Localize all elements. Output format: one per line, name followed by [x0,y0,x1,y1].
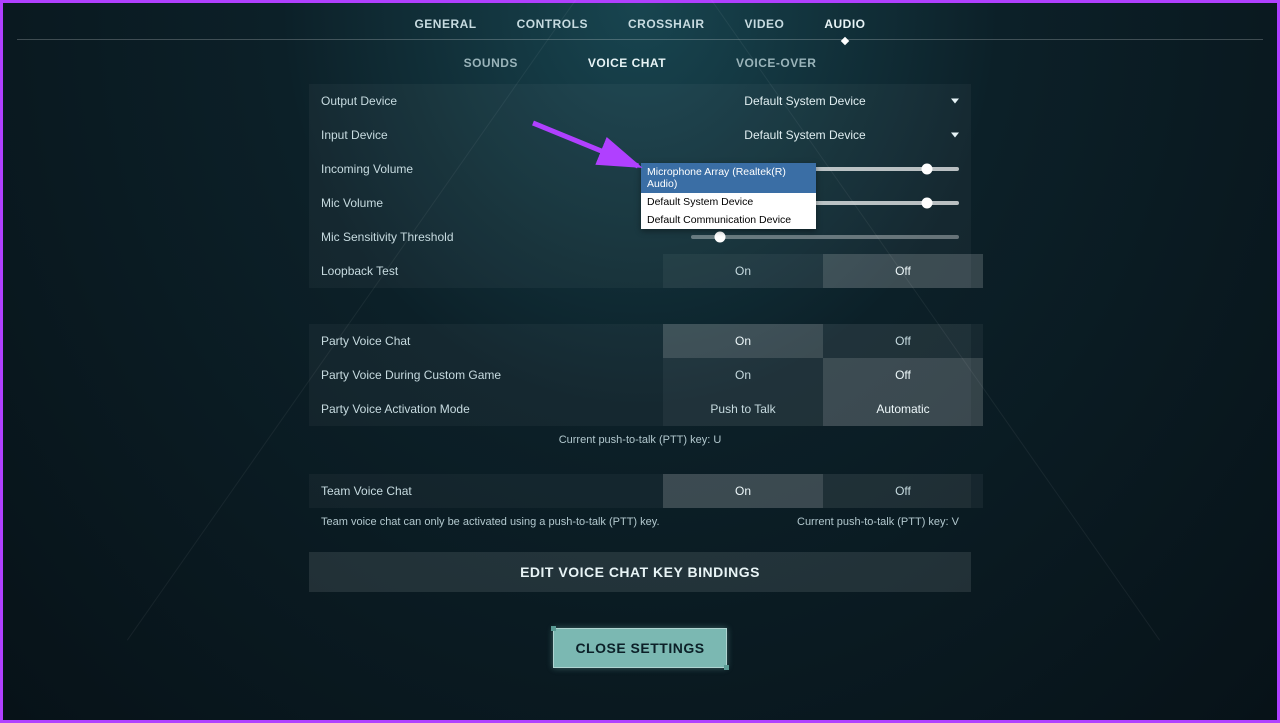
party-mode-ptt[interactable]: Push to Talk [663,392,823,426]
sub-tab-bar: SOUNDS VOICE CHAT VOICE-OVER [3,40,1277,84]
row-loopback: Loopback Test On Off [309,254,971,288]
tab-controls[interactable]: CONTROLS [517,15,588,33]
slider-thumb[interactable] [921,198,932,209]
tab-audio[interactable]: AUDIO [824,15,865,33]
subtab-voice-over[interactable]: VOICE-OVER [736,56,816,70]
party-vc-off[interactable]: Off [823,324,983,358]
label-output-device: Output Device [321,94,651,108]
hint-party-ptt: Current push-to-talk (PTT) key: U [309,426,971,454]
label-mic-volume: Mic Volume [321,196,651,210]
slider-thumb[interactable] [715,232,726,243]
hint-team-ptt: Current push-to-talk (PTT) key: V [797,516,959,528]
input-device-dropdown[interactable]: Microphone Array (Realtek(R) Audio) Defa… [641,163,816,229]
label-loopback: Loopback Test [321,264,663,278]
tab-general[interactable]: GENERAL [414,15,476,33]
label-party-mode: Party Voice Activation Mode [321,402,663,416]
tab-crosshair[interactable]: CROSSHAIR [628,15,705,33]
row-party-custom: Party Voice During Custom Game On Off [309,358,971,392]
slider-mic-sensitivity[interactable] [691,235,959,239]
loopback-on[interactable]: On [663,254,823,288]
party-custom-on[interactable]: On [663,358,823,392]
label-team-vc: Team Voice Chat [321,484,663,498]
label-mic-sensitivity: Mic Sensitivity Threshold [321,230,651,244]
settings-panel: Output Device Default System Device Inpu… [309,84,971,426]
subtab-voice-chat[interactable]: VOICE CHAT [588,56,666,70]
label-input-device: Input Device [321,128,651,142]
value-input-device: Default System Device [651,128,959,142]
party-custom-off[interactable]: Off [823,358,983,392]
row-team-vc: Team Voice Chat On Off [309,474,971,508]
dropdown-option[interactable]: Default System Device [641,193,816,211]
slider-thumb[interactable] [921,164,932,175]
chevron-down-icon [951,99,959,104]
label-incoming-volume: Incoming Volume [321,162,651,176]
close-settings-button[interactable]: CLOSE SETTINGS [553,628,727,668]
row-input-device[interactable]: Input Device Default System Device [309,118,971,152]
label-party-vc: Party Voice Chat [321,334,663,348]
row-party-mode: Party Voice Activation Mode Push to Talk… [309,392,971,426]
row-incoming-volume: Incoming Volume [309,152,971,186]
row-mic-volume: Mic Volume [309,186,971,220]
chevron-down-icon [951,133,959,138]
value-output-device: Default System Device [651,94,959,108]
hint-team-note: Team voice chat can only be activated us… [321,516,660,528]
tab-video[interactable]: VIDEO [745,15,785,33]
edit-bindings-button[interactable]: EDIT VOICE CHAT KEY BINDINGS [309,552,971,592]
row-party-vc: Party Voice Chat On Off [309,324,971,358]
dropdown-option[interactable]: Default Communication Device [641,211,816,229]
team-vc-on[interactable]: On [663,474,823,508]
loopback-off[interactable]: Off [823,254,983,288]
team-vc-off[interactable]: Off [823,474,983,508]
row-output-device[interactable]: Output Device Default System Device [309,84,971,118]
dropdown-option[interactable]: Microphone Array (Realtek(R) Audio) [641,163,816,193]
party-mode-auto[interactable]: Automatic [823,392,983,426]
top-tab-bar: GENERAL CONTROLS CROSSHAIR VIDEO AUDIO [3,11,1277,39]
row-mic-sensitivity: Mic Sensitivity Threshold [309,220,971,254]
subtab-sounds[interactable]: SOUNDS [464,56,518,70]
party-vc-on[interactable]: On [663,324,823,358]
label-party-custom: Party Voice During Custom Game [321,368,663,382]
